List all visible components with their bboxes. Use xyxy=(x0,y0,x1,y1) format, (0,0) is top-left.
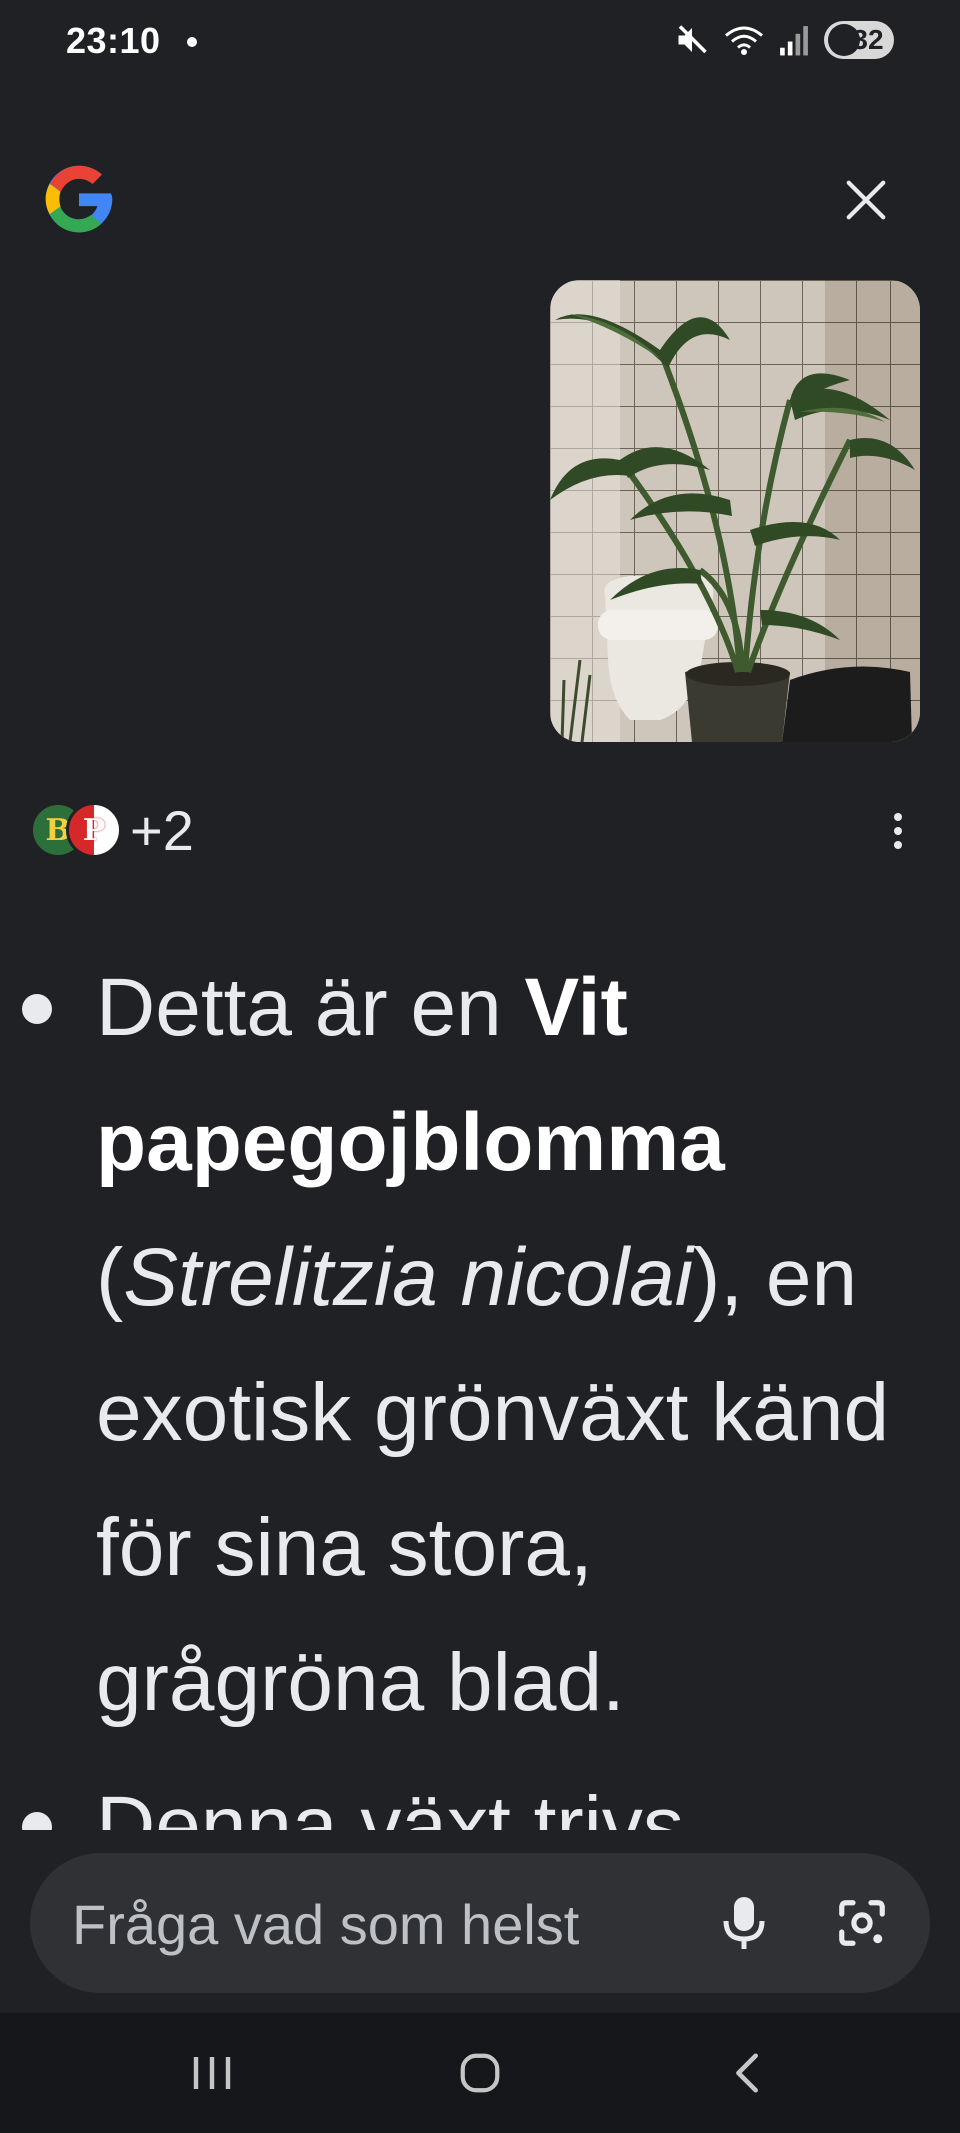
query-photo[interactable] xyxy=(550,280,920,742)
screen: 23:10 32 B P +2 Detta är en Vit papegojb… xyxy=(0,0,960,2133)
ask-input[interactable] xyxy=(70,1853,694,1995)
ask-bar xyxy=(30,1853,930,1995)
status-icons: 32 xyxy=(674,18,894,62)
plant-photo xyxy=(550,280,920,742)
answer-bullet: Denna växt trivs xyxy=(0,1758,960,1830)
answer-bullet: Detta är en Vit papegojblomma (Strelitzi… xyxy=(0,940,960,1750)
battery-indicator: 32 xyxy=(824,21,894,59)
home-button[interactable] xyxy=(440,2043,520,2103)
more-vert-icon xyxy=(894,813,902,821)
mic-button[interactable] xyxy=(706,1885,782,1961)
battery-saver-icon xyxy=(828,24,860,56)
status-time: 23:10 xyxy=(66,20,161,61)
more-sources-count: +2 xyxy=(130,798,194,862)
status-bar: 23:10 32 xyxy=(0,0,960,82)
recents-button[interactable] xyxy=(172,2043,252,2103)
mic-icon xyxy=(723,1897,765,1949)
back-button[interactable] xyxy=(708,2043,788,2103)
google-g-icon xyxy=(45,165,113,233)
wifi-icon xyxy=(725,26,763,55)
signal-icon xyxy=(780,26,808,56)
close-button[interactable] xyxy=(834,168,898,232)
source-favicon-p: P xyxy=(66,802,122,858)
scientific-name: Strelitzia nicolai xyxy=(123,1232,693,1323)
recents-icon xyxy=(193,2057,231,2089)
lens-button[interactable] xyxy=(824,1885,900,1961)
system-nav-bar xyxy=(0,2013,960,2133)
mute-icon xyxy=(678,25,707,54)
close-icon xyxy=(846,180,886,220)
home-icon xyxy=(460,2053,500,2093)
back-icon xyxy=(736,2053,758,2093)
google-lens-icon xyxy=(839,1900,885,1946)
sources-row[interactable]: B P +2 xyxy=(30,798,194,862)
ai-answer: Detta är en Vit papegojblomma (Strelitzi… xyxy=(0,940,960,1830)
notification-dot xyxy=(187,37,197,47)
more-options-button[interactable] xyxy=(878,806,918,856)
